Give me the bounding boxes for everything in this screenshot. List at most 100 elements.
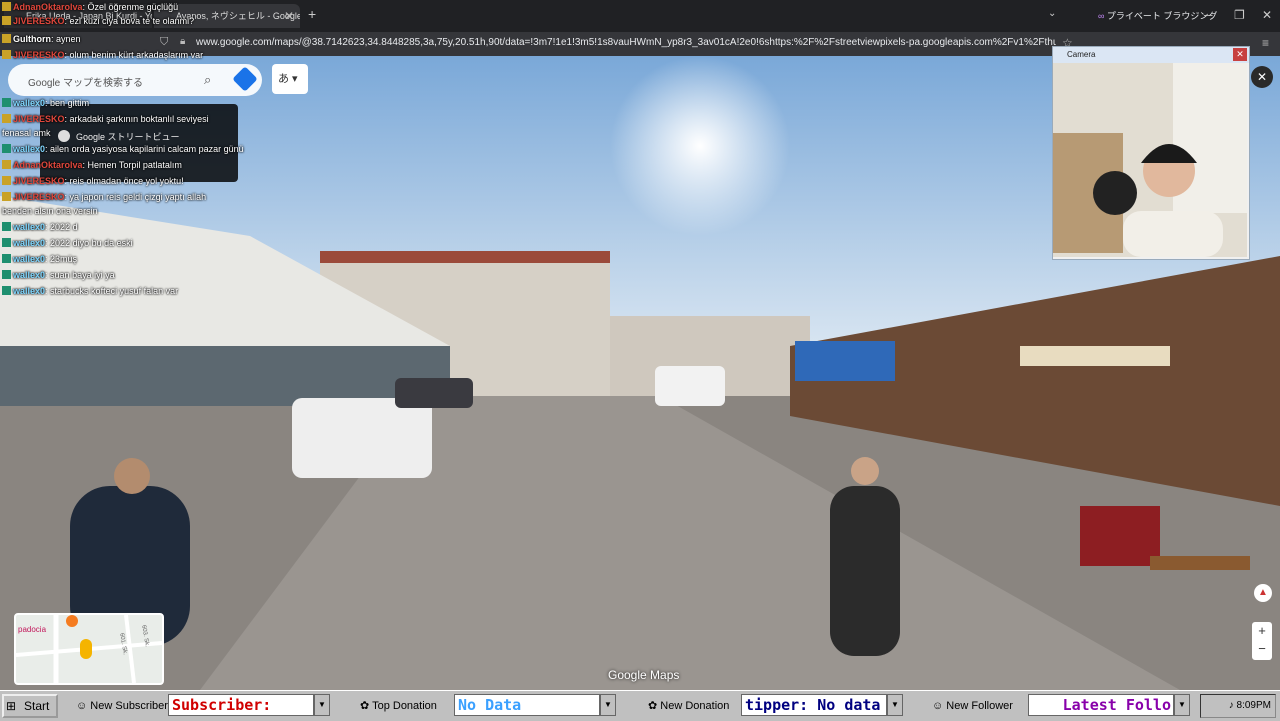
chat-message: wallex0: 23müş xyxy=(2,252,77,266)
tipper-field[interactable]: tipper: No data xyxy=(741,694,887,716)
chat-username: wallex0 xyxy=(13,144,46,154)
chat-text: ezi kuzi ciya bova te te olanmi? xyxy=(69,16,195,26)
language-button-label: あ xyxy=(278,73,289,85)
search-icon[interactable]: ⌕ xyxy=(204,72,211,88)
chat-badge-icon xyxy=(2,176,11,185)
tab-list-chevron-icon[interactable]: ⌄ xyxy=(1048,8,1056,19)
subscriber-dropdown-icon[interactable]: ▼ xyxy=(314,694,330,716)
private-browsing-label: ∞ プライベート ブラウジング xyxy=(1098,9,1217,22)
chat-username: wallex0 xyxy=(13,254,46,264)
user-icon: ☺ xyxy=(932,700,947,712)
chat-username: JIVERESKO xyxy=(13,114,65,124)
camera-close-icon[interactable]: ✕ xyxy=(1233,48,1247,61)
chat-username: AdnanOktarolva xyxy=(13,2,83,12)
chat-message: wallex0: suan baya iyi ya xyxy=(2,268,115,282)
private-icon: ∞ xyxy=(1098,11,1107,21)
top-donation-field[interactable]: No Data xyxy=(454,694,600,716)
compass-icon[interactable]: ▲ xyxy=(1254,584,1272,602)
camera-window[interactable]: Camera ✕ xyxy=(1052,46,1250,260)
directions-icon[interactable] xyxy=(232,66,258,92)
chat-username: wallex0 xyxy=(13,270,46,280)
chat-message: wallex0: 2022 diyo bu da eski xyxy=(2,236,133,250)
chat-text: Özel öğrenme güçlüğü xyxy=(87,2,179,12)
latest-follower-field[interactable]: Latest Follo xyxy=(1028,694,1174,716)
webcam-feed xyxy=(1053,63,1247,257)
subscriber-field[interactable]: Subscriber: xyxy=(168,694,314,716)
start-label: Start xyxy=(24,699,50,713)
chat-username: JIVERESKO xyxy=(13,16,65,26)
maps-search-box[interactable]: Google マップを検索する ⌕ xyxy=(8,64,262,96)
close-window-icon[interactable]: ✕ xyxy=(1262,8,1272,22)
private-browsing-text: プライベート ブラウジング xyxy=(1106,11,1218,21)
chat-text: olum benim kürt arkadaşlarım var xyxy=(69,50,204,60)
chat-message: Gulthorn: aynen xyxy=(2,32,81,46)
chat-badge-icon xyxy=(2,286,11,295)
clock-time: 8:09PM xyxy=(1236,700,1271,711)
chat-badge-icon xyxy=(2,98,11,107)
new-donation-label: ✿ New Donation xyxy=(648,694,729,718)
maximize-icon[interactable]: ❐ xyxy=(1234,8,1245,22)
top-donation-text: Top Donation xyxy=(372,700,437,712)
chat-message: wallex0: ben gittim xyxy=(2,96,89,110)
new-donation-text: New Donation xyxy=(660,700,730,712)
chat-text: 2022 d xyxy=(50,222,78,232)
chat-badge-icon xyxy=(2,270,11,279)
user-icon: ☺ xyxy=(76,700,91,712)
chat-message: AdnanOktarolva: Hemen Torpil patlatalım xyxy=(2,158,182,172)
close-streetview-icon[interactable]: ✕ xyxy=(1251,66,1273,88)
chat-message: wallex0: ailen orda yasiyosa kapilarini … xyxy=(2,142,244,156)
chat-badge-icon xyxy=(2,160,11,169)
chat-username: wallex0 xyxy=(13,222,46,232)
chat-username: wallex0 xyxy=(13,286,46,296)
chat-username: wallex0 xyxy=(13,238,46,248)
close-tab-icon[interactable]: ✕ xyxy=(284,4,294,28)
tipper-dropdown-icon[interactable]: ▼ xyxy=(887,694,903,716)
top-donation-label: ✿ Top Donation xyxy=(360,694,437,718)
url-field[interactable]: www.google.com/maps/@38.7142623,34.84482… xyxy=(196,37,1056,48)
zoom-controls[interactable]: + − xyxy=(1252,622,1272,660)
location-pin-icon xyxy=(66,615,78,627)
chat-text: 2022 diyo bu da eski xyxy=(50,238,133,248)
chat-message: JIVERESKO: arkadaki şarkının boktanlıl s… xyxy=(2,112,238,140)
chat-badge-icon xyxy=(2,192,11,201)
chat-badge-icon xyxy=(2,238,11,247)
chat-message: JIVERESKO: olum benim kürt arkadaşlarım … xyxy=(2,48,203,62)
chat-text: aynen xyxy=(56,34,81,44)
windows-logo-icon: ⊞ xyxy=(6,699,17,713)
chat-text: reis olmadan önce yol yoktu! xyxy=(69,176,184,186)
menu-icon[interactable]: ≡ xyxy=(1262,36,1269,50)
new-subscriber-label: ☺ New Subscriber xyxy=(76,694,168,718)
chat-text: ailen orda yasiyosa kapilarini calcam pa… xyxy=(50,144,244,154)
chat-text: starbucks kofteci yusuf falan var xyxy=(50,286,179,296)
speaker-icon: ♪ xyxy=(1228,700,1237,711)
chat-badge-icon xyxy=(2,114,11,123)
new-follower-label: ☺ New Follower xyxy=(932,694,1013,718)
new-tab-icon[interactable]: + xyxy=(308,6,316,22)
tab-title: Avanos, ネヴシェヒル - Google マ xyxy=(176,11,300,21)
chat-message: wallex0: starbucks kofteci yusuf falan v… xyxy=(2,284,178,298)
gift-icon: ✿ xyxy=(360,700,373,712)
chat-badge-icon xyxy=(2,222,11,231)
top-donation-dropdown-icon[interactable]: ▼ xyxy=(600,694,616,716)
chat-badge-icon xyxy=(2,34,11,43)
minimize-icon[interactable]: ─ xyxy=(1204,8,1213,22)
chat-text: Hemen Torpil patlatalım xyxy=(87,160,182,170)
follower-dropdown-icon[interactable]: ▼ xyxy=(1174,694,1190,716)
chat-badge-icon xyxy=(2,2,11,11)
language-button[interactable]: あ ▾ xyxy=(272,64,308,94)
chat-username: JIVERESKO xyxy=(13,176,65,186)
chat-message: JIVERESKO: ya japon reis geldi çizgi yap… xyxy=(2,190,238,218)
chat-badge-icon xyxy=(2,144,11,153)
chat-message: AdnanOktarolva: Özel öğrenme güçlüğü xyxy=(2,0,178,14)
chat-badge-icon xyxy=(2,50,11,59)
new-follower-text: New Follower xyxy=(946,700,1013,712)
minimap[interactable]: padocia 601. Sk. 603. Sk. xyxy=(14,613,164,685)
chat-text: ben gittim xyxy=(50,98,90,108)
chat-message: JIVERESKO: ezi kuzi ciya bova te te olan… xyxy=(2,14,194,28)
google-maps-attribution: Google Maps xyxy=(608,668,680,682)
lock-icon[interactable]: 🔒︎ xyxy=(180,36,185,47)
chat-message: JIVERESKO: reis olmadan önce yol yoktu! xyxy=(2,174,184,188)
chat-username: wallex0 xyxy=(13,98,46,108)
search-input[interactable]: Google マップを検索する xyxy=(28,74,143,89)
chat-username: Gulthorn xyxy=(13,34,51,44)
